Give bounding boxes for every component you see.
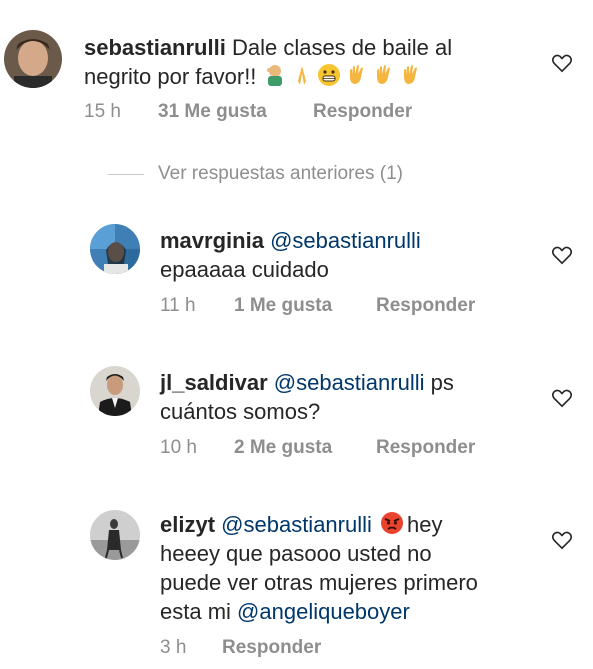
avatar-image: [90, 224, 140, 274]
angry-face-icon: [381, 512, 404, 534]
timestamp: 15 h: [84, 101, 121, 122]
comment-text-inline: ps: [430, 370, 454, 395]
comment-body: elizyt @sebastianrulli hey heeey que pas…: [160, 510, 550, 626]
avatar[interactable]: [90, 366, 140, 416]
mention-link[interactable]: @sebastianrulli: [274, 370, 425, 395]
likes-count[interactable]: 1 Me gusta: [234, 295, 376, 317]
comment-text-inline: hey: [407, 512, 443, 537]
waving-hand-icon: [349, 65, 363, 84]
person-facepalming-icon: [266, 65, 282, 86]
avatar[interactable]: [90, 510, 140, 560]
avatar-image: [90, 366, 140, 416]
avatar[interactable]: [90, 224, 140, 274]
avatar[interactable]: [4, 30, 62, 88]
replies-divider: [108, 174, 144, 175]
waving-hand-icon: [376, 65, 390, 84]
comment-body: sebastianrulli Dale clases de baile al n…: [84, 33, 514, 91]
like-heart-icon[interactable]: [551, 53, 573, 73]
comment-text-line4: esta mi: [160, 599, 231, 624]
emoji-row: [263, 64, 425, 89]
mention-link[interactable]: @sebastianrulli: [221, 512, 372, 537]
comment-body: jl_saldivar @sebastianrulli ps cuántos s…: [160, 368, 550, 426]
comment-mavrginia: mavrginia @sebastianrulli epaaaaa cuidad…: [0, 210, 593, 330]
avatar-image: [4, 30, 62, 88]
comment-text-line3: puede ver otras mujeres primero: [160, 570, 478, 595]
like-heart-icon[interactable]: [551, 530, 573, 550]
waving-hand-icon: [403, 65, 417, 84]
username[interactable]: jl_saldivar: [160, 370, 268, 395]
reply-button[interactable]: Responder: [313, 101, 412, 123]
folded-hands-icon: [297, 66, 306, 85]
username[interactable]: sebastianrulli: [84, 35, 226, 60]
comment-elizyt: elizyt @sebastianrulli hey heeey que pas…: [0, 496, 593, 669]
comment-text-line2: heeey que pasooo usted no: [160, 541, 432, 566]
reply-button[interactable]: Responder: [376, 437, 475, 459]
reply-button[interactable]: Responder: [376, 295, 475, 317]
avatar-image: [90, 510, 140, 560]
comment-sebastianrulli: sebastianrulli Dale clases de baile al n…: [0, 0, 593, 140]
likes-count[interactable]: 31 Me gusta: [158, 101, 313, 123]
comment-text: cuántos somos?: [160, 399, 321, 424]
comment-body: mavrginia @sebastianrulli epaaaaa cuidad…: [160, 226, 540, 284]
mention-link-2[interactable]: @angeliqueboyer: [237, 599, 410, 624]
username[interactable]: elizyt: [160, 512, 215, 537]
comment-meta: 11 h 1 Me gusta Responder: [160, 295, 475, 317]
like-heart-icon[interactable]: [551, 388, 573, 408]
grimacing-face-icon: [317, 64, 340, 86]
comment-jl-saldivar: jl_saldivar @sebastianrulli ps cuántos s…: [0, 352, 593, 472]
reply-button[interactable]: Responder: [222, 637, 321, 659]
mention-link[interactable]: @sebastianrulli: [270, 228, 421, 253]
timestamp: 10 h: [160, 437, 197, 458]
likes-count[interactable]: 2 Me gusta: [234, 437, 376, 459]
comment-text: epaaaaa cuidado: [160, 257, 329, 282]
like-heart-icon[interactable]: [551, 245, 573, 265]
comment-meta: 10 h 2 Me gusta Responder: [160, 437, 475, 459]
username[interactable]: mavrginia: [160, 228, 264, 253]
comment-meta: 15 h 31 Me gusta Responder: [84, 101, 412, 123]
timestamp: 3 h: [160, 637, 187, 658]
timestamp: 11 h: [160, 295, 196, 316]
comment-meta: 3 h Responder: [160, 637, 321, 659]
view-previous-replies-button[interactable]: Ver respuestas anteriores (1): [158, 163, 403, 185]
